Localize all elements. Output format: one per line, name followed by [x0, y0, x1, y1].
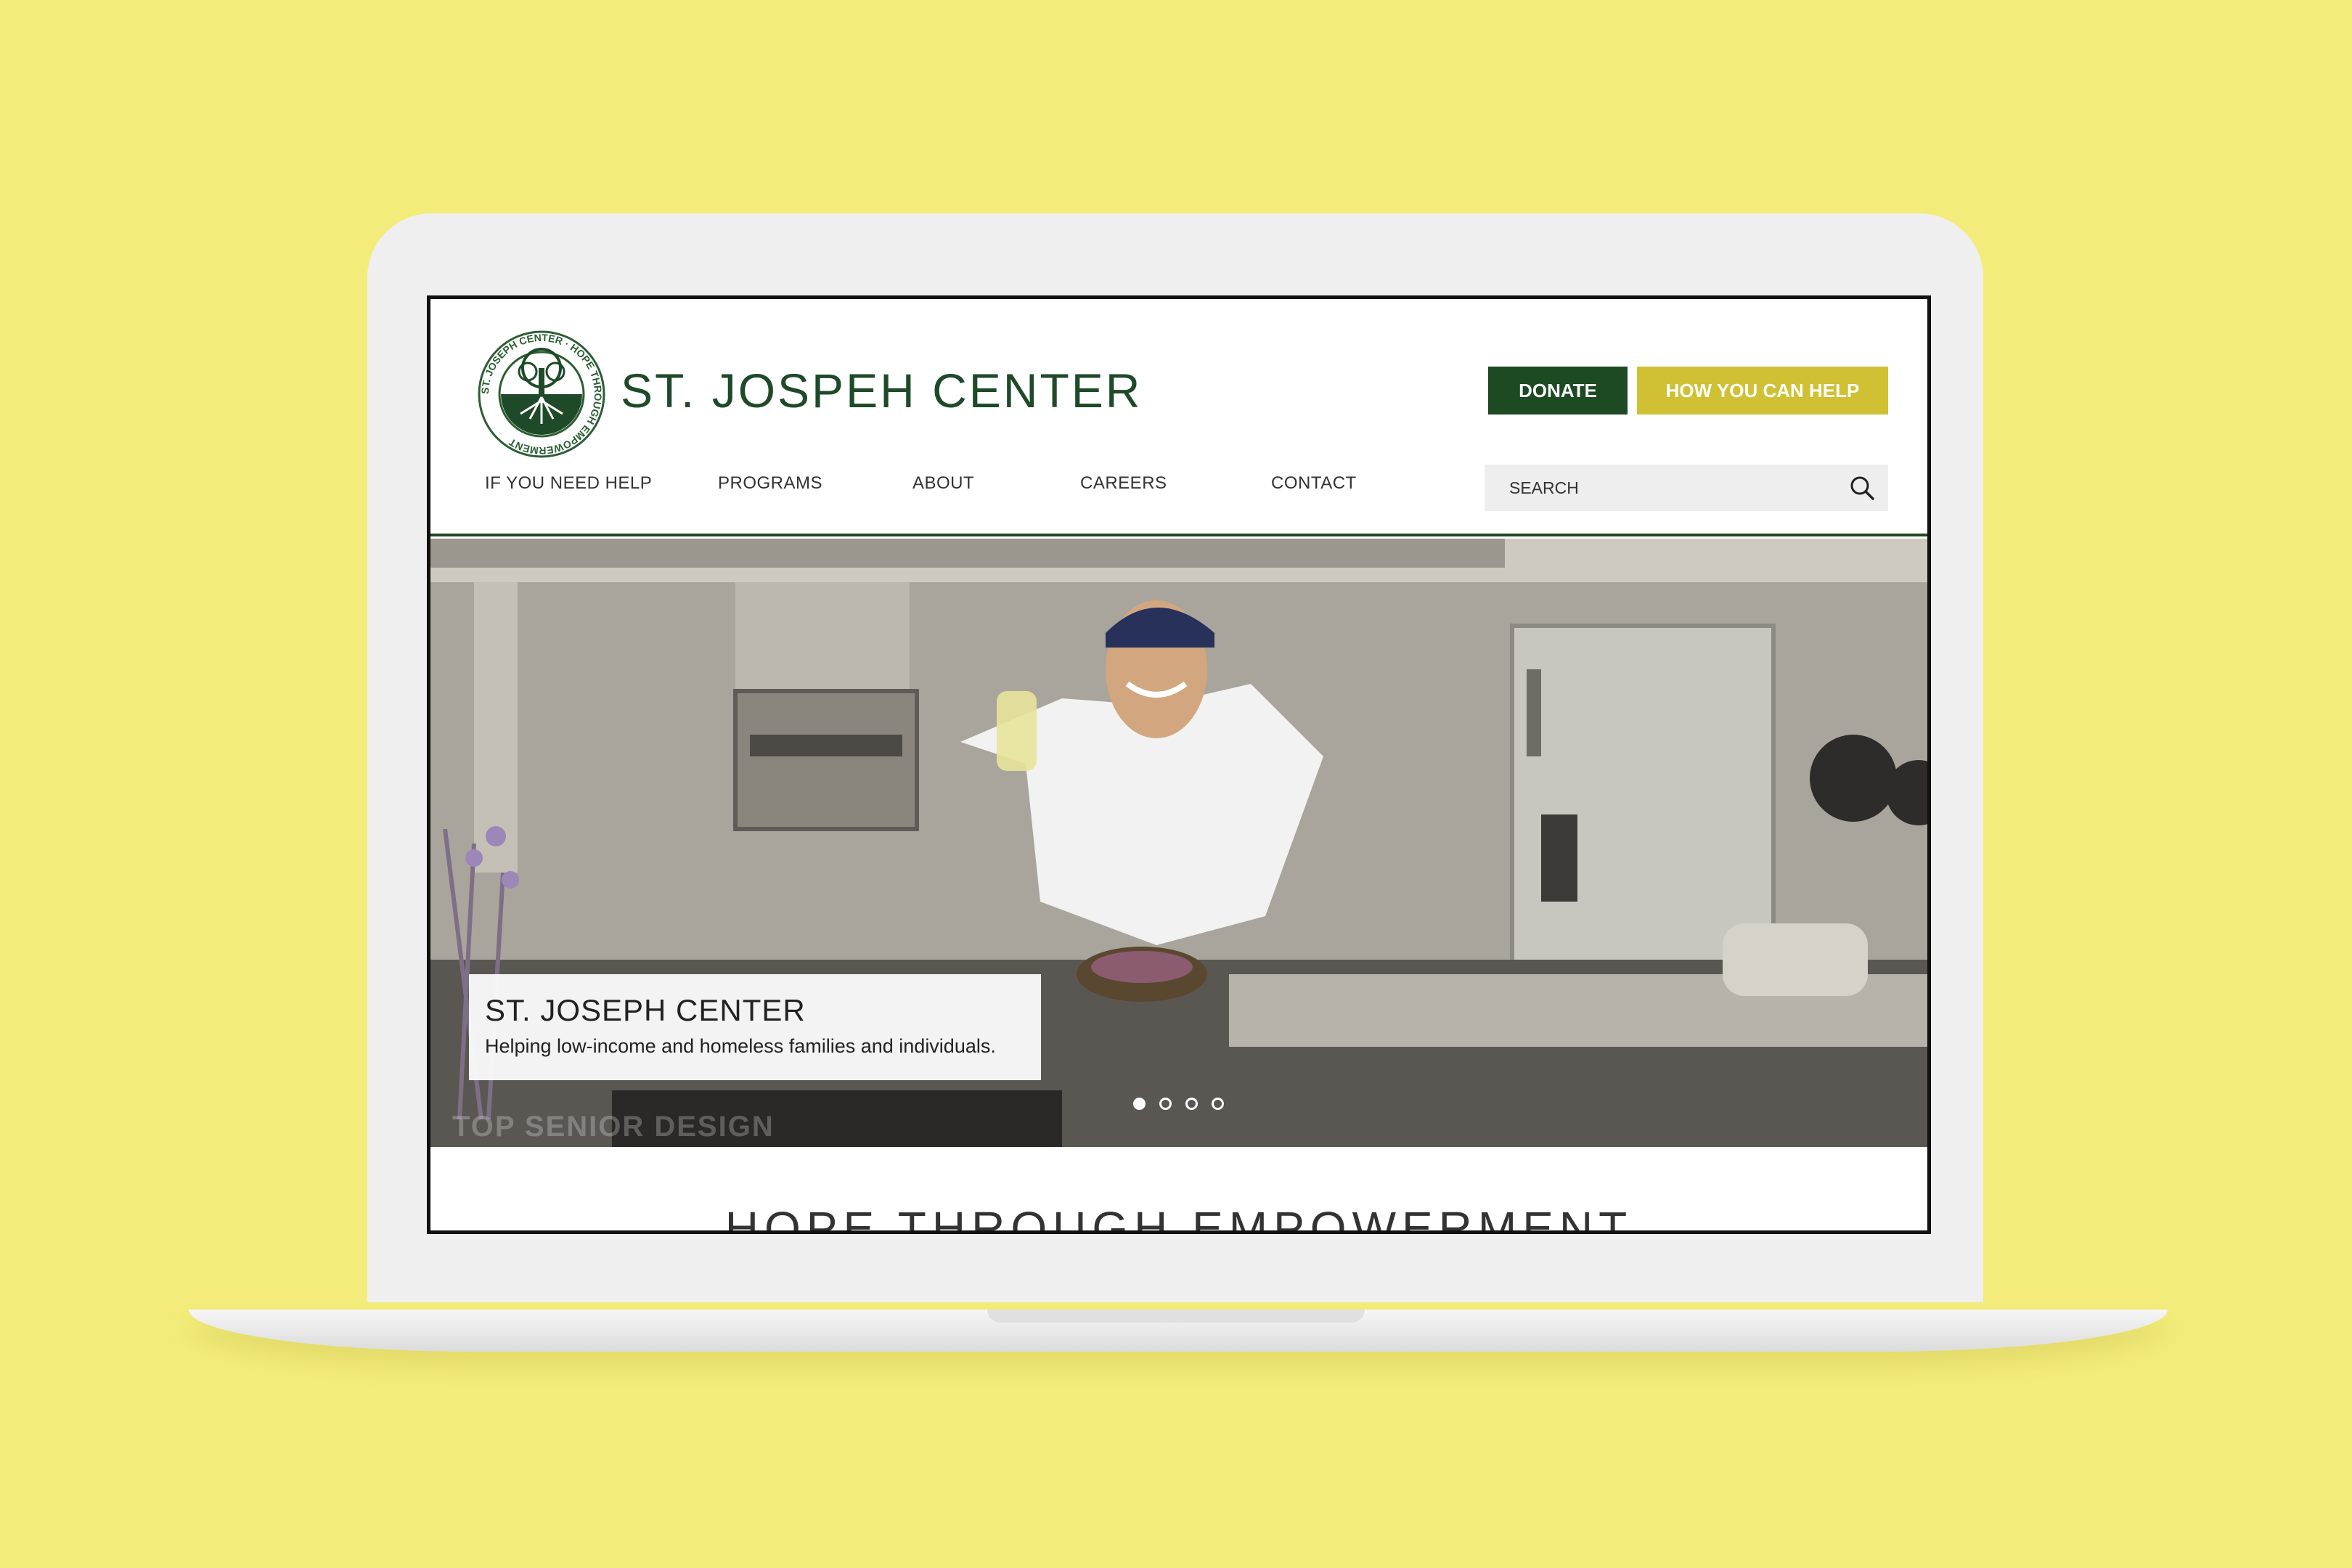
tree-seal-icon: ST. JOSEPH CENTER · HOPE THROUGH EMPOWER…: [478, 330, 605, 458]
nav-item-about[interactable]: ABOUT: [912, 473, 974, 494]
nav-item-careers[interactable]: CAREERS: [1080, 473, 1167, 494]
hero-caption-title: ST. JOSEPH CENTER: [485, 993, 806, 1027]
hero-caption: ST. JOSEPH CENTER Helping low-income and…: [469, 974, 1041, 1080]
slider-dot-1[interactable]: [1133, 1098, 1146, 1110]
how-you-can-help-button[interactable]: HOW YOU CAN HELP: [1637, 367, 1888, 415]
nav-item-if-you-need-help[interactable]: IF YOU NEED HELP: [485, 473, 652, 494]
search-box: [1485, 465, 1888, 511]
section-tagline: HOPE THROUGH EMPOWERMENT: [724, 1202, 1633, 1234]
slider-dot-3[interactable]: [1185, 1098, 1198, 1110]
hero-slider: ST. JOSEPH CENTER Helping low-income and…: [430, 539, 1927, 1147]
hero-faded-text: TOP SENIOR DESIGN: [452, 1111, 775, 1143]
nav-item-contact[interactable]: CONTACT: [1271, 473, 1357, 494]
browser-screen: ST. JOSEPH CENTER · HOPE THROUGH EMPOWER…: [427, 295, 1931, 1234]
search-input[interactable]: [1485, 465, 1826, 511]
hero-caption-subtitle: Helping low-income and homeless families…: [485, 1035, 996, 1057]
laptop-notch: [987, 1310, 1365, 1323]
site-logo[interactable]: ST. JOSEPH CENTER · HOPE THROUGH EMPOWER…: [475, 328, 608, 460]
nav-item-programs[interactable]: PROGRAMS: [718, 473, 822, 494]
header-divider: [430, 534, 1927, 536]
slider-dot-4[interactable]: [1212, 1098, 1224, 1110]
search-icon[interactable]: [1849, 475, 1875, 501]
site-title[interactable]: ST. JOSPEH CENTER: [621, 363, 1142, 418]
donate-button[interactable]: DONATE: [1488, 367, 1628, 415]
slider-dot-2[interactable]: [1159, 1098, 1172, 1110]
